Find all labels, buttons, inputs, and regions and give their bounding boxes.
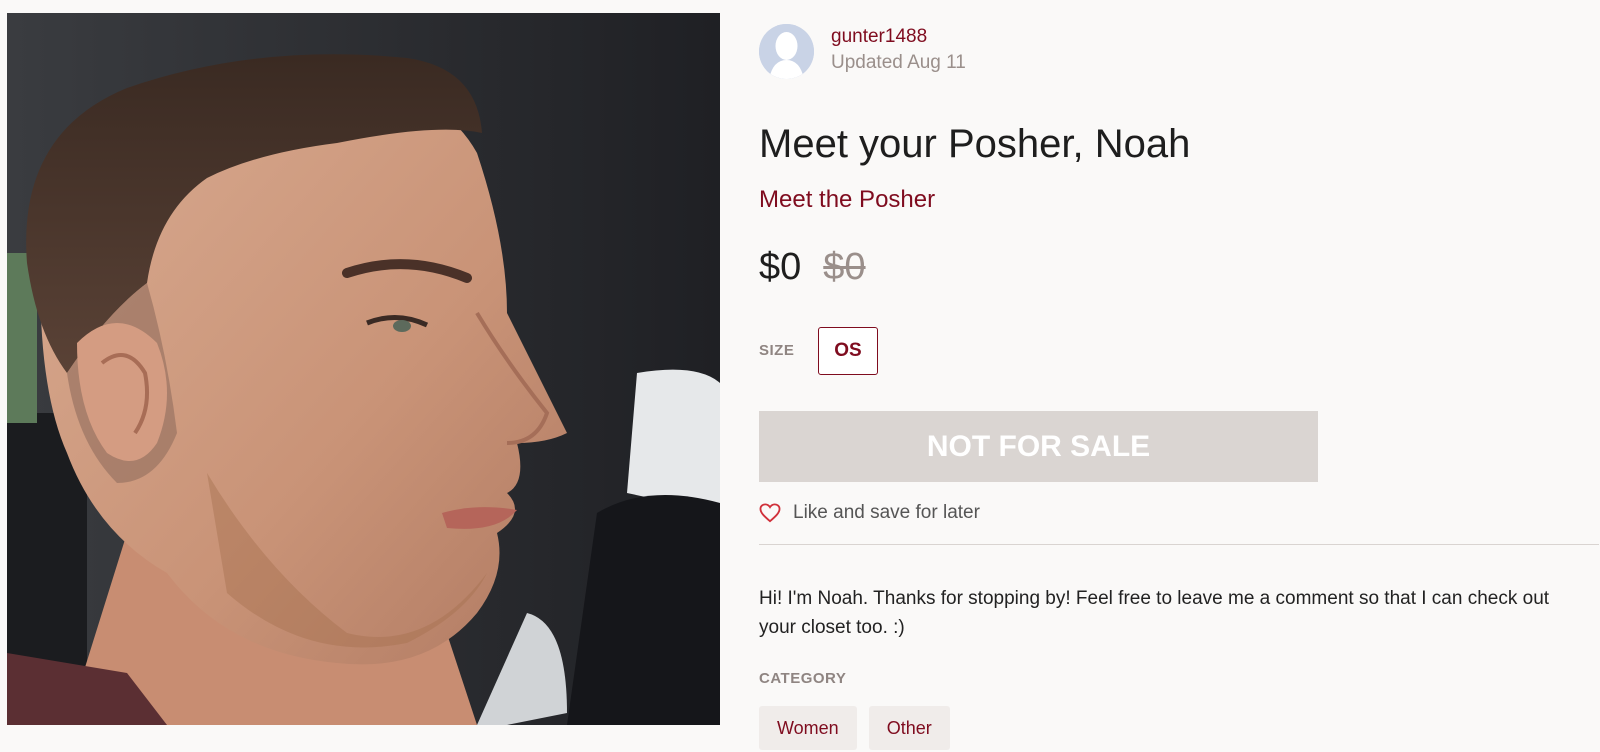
like-label: Like and save for later	[793, 502, 980, 523]
updated-timestamp: Updated Aug 11	[831, 51, 966, 73]
like-button[interactable]: Like and save for later	[759, 502, 980, 524]
price-row: $0 $0	[759, 246, 866, 289]
listing-title: Meet your Posher, Noah	[759, 122, 1191, 166]
category-label: CATEGORY	[759, 670, 847, 687]
category-list: Women Other	[759, 706, 962, 750]
seller-info: gunter1488 Updated Aug 11	[831, 24, 966, 76]
seller-avatar[interactable]	[759, 24, 814, 79]
category-chip-other[interactable]: Other	[868, 706, 950, 750]
size-label: SIZE	[759, 342, 795, 359]
listing-page: gunter1488 Updated Aug 11 Meet your Posh…	[0, 0, 1600, 752]
listing-description: Hi! I'm Noah. Thanks for stopping by! Fe…	[759, 588, 1550, 638]
original-price: $0	[823, 246, 866, 288]
seller-username-link[interactable]: gunter1488	[831, 24, 966, 50]
listing-photo[interactable]	[7, 13, 720, 725]
divider	[759, 544, 1599, 545]
current-price: $0	[759, 246, 802, 288]
heart-icon	[759, 503, 781, 523]
category-chip-women[interactable]: Women	[759, 706, 857, 750]
not-for-sale-button[interactable]: NOT FOR SALE	[759, 411, 1318, 482]
profile-photo-image	[7, 13, 720, 725]
brand-link[interactable]: Meet the Posher	[759, 186, 935, 214]
size-option-button[interactable]: OS	[818, 327, 878, 375]
seller-header: gunter1488 Updated Aug 11	[759, 24, 966, 79]
default-avatar-icon	[759, 24, 814, 79]
listing-details: gunter1488 Updated Aug 11 Meet your Posh…	[759, 0, 1599, 752]
